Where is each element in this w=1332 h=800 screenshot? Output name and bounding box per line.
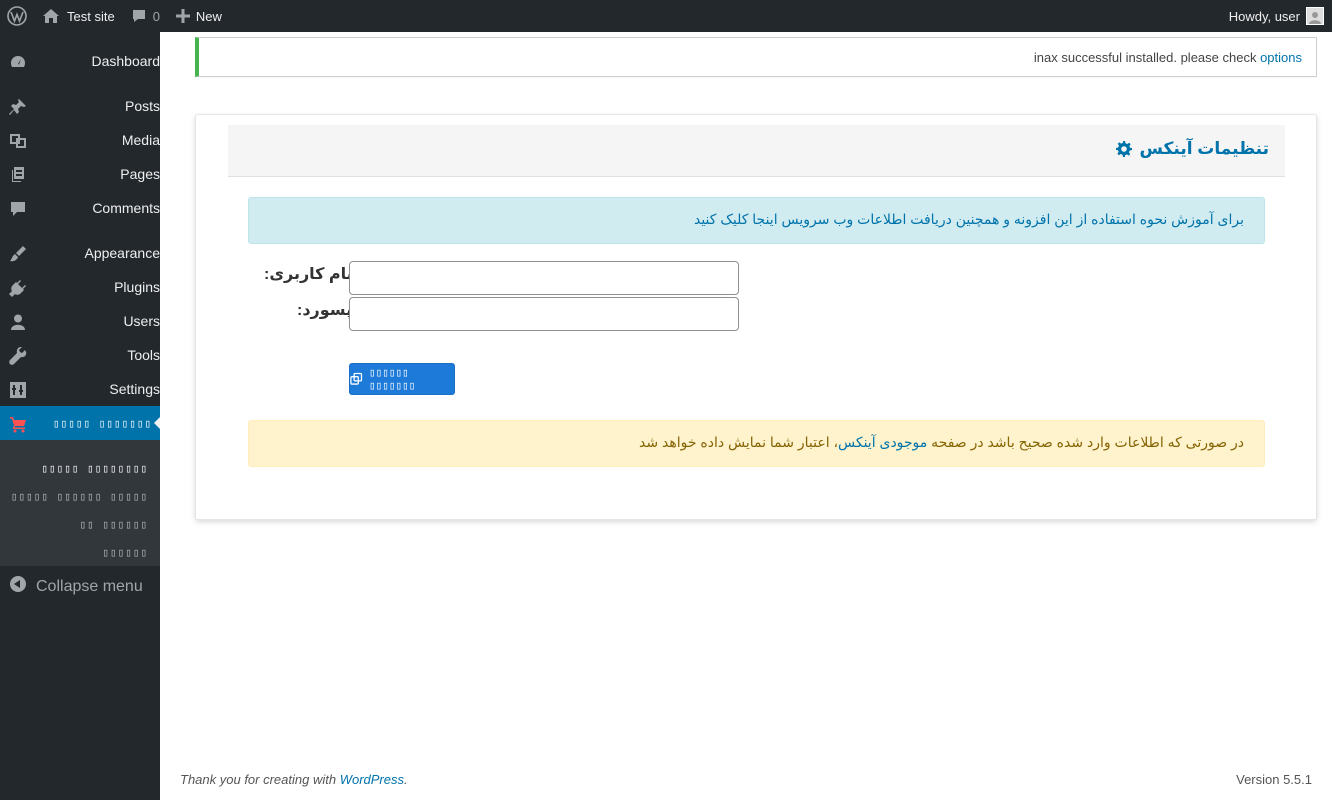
sidebar-item-label: Media [121,132,160,148]
dashboard-icon [8,52,28,72]
username-input[interactable] [349,261,739,295]
warning-text-before: در صورتی که اطلاعات وارد شده صحیح باشد د… [927,434,1244,450]
sidebar-item-label: Settings [109,381,160,397]
plus-icon [175,9,190,23]
submenu-item[interactable]: ▯▯▯▯▯▯ [102,546,148,559]
page-title-text: تنظیمات آینکس [1139,139,1269,158]
warning-alert: در صورتی که اطلاعات وارد شده صحیح باشد د… [248,420,1265,467]
avatar [1306,7,1324,25]
submenu-item[interactable]: ▯▯ ▯▯▯▯▯▯ [79,518,148,531]
brush-icon [8,244,28,264]
collapse-arrow-icon [10,576,26,592]
sidebar-item-label: Appearance [84,245,160,261]
site-name: Test site [67,8,115,24]
plug-icon [8,278,28,298]
info-alert[interactable]: برای آموزش نحوه استفاده از این افزونه و … [248,197,1265,244]
sidebar-item-inax[interactable]: ▯▯▯▯▯ ▯▯▯▯▯▯▯ [0,406,160,440]
options-link[interactable]: options [1260,50,1302,65]
password-input[interactable] [349,297,739,331]
sidebar-item-users[interactable]: Users [0,304,160,338]
save-button-label: ▯▯▯▯▯▯ ▯▯▯▯▯▯▯ [368,366,416,392]
sidebar-item-comments[interactable]: Comments [0,191,160,225]
password-label: پسورد: [297,302,353,319]
copy-icon [350,372,363,385]
settings-card: تنظیمات آینکس برای آموزش نحوه استفاده از… [195,114,1317,520]
user-icon [8,312,28,332]
notice-message: inax successful installed. please check [1033,50,1261,65]
sidebar-item-plugins[interactable]: Plugins [0,270,160,304]
save-button[interactable]: ▯▯▯▯▯▯ ▯▯▯▯▯▯▯ [349,363,455,395]
sidebar-item-pages[interactable]: Pages [0,157,160,191]
submenu-item[interactable]: ▯▯▯▯▯ ▯▯▯▯▯▯▯▯ [41,462,148,475]
settings-icon [8,380,28,400]
success-notice: inax successful installed. please check … [195,37,1317,77]
new-label: New [195,8,222,24]
collapse-menu-label: Collapse menu [36,578,143,595]
sidebar-item-media[interactable]: Media [0,123,160,157]
comments-link[interactable]: 0 [123,0,168,32]
sidebar-item-label: Dashboard [91,53,161,69]
sidebar-item-label: Tools [127,347,160,363]
username-label: نام کاربری: [264,266,353,283]
admin-bar: Test site 0 New Howdy, user [0,0,1332,32]
comment-bubble-icon [132,10,145,22]
sidebar-item-label: Users [123,313,160,329]
site-name-link[interactable]: Test site [34,0,123,32]
home-icon [43,9,59,23]
sidebar-item-settings[interactable]: Settings [0,372,160,406]
submenu-item[interactable]: ▯▯▯▯▯ ▯▯▯▯▯▯ ▯▯▯▯▯ [11,490,148,503]
inax-balance-link[interactable]: موجودی آینکس [838,434,927,450]
footer-thanks: Thank you for creating with WordPress. [180,772,408,787]
wordpress-logo-button[interactable] [0,0,34,32]
wrench-icon [8,346,28,366]
new-content-button[interactable]: New [168,0,230,32]
footer-thanks-text: Thank you for creating with [180,772,340,787]
comment-icon [8,199,28,219]
page-title: تنظیمات آینکس [1115,139,1269,159]
sidebar-item-label: Plugins [114,279,160,295]
warning-text: در صورتی که اطلاعات وارد شده صحیح باشد د… [639,434,1244,451]
collapse-menu-button[interactable]: Collapse menu [0,568,160,604]
notice-text: inax successful installed. please check … [1034,50,1302,65]
media-icon [8,131,28,151]
wordpress-logo-icon [7,6,27,26]
pin-icon [8,97,28,117]
current-menu-arrow [154,417,160,429]
wordpress-link[interactable]: WordPress [340,772,404,787]
sidebar-item-dashboard[interactable]: Dashboard [0,44,160,78]
avatar-silhouette-icon [1309,12,1321,24]
sidebar-item-tools[interactable]: Tools [0,338,160,372]
sidebar-submenu: ▯▯▯▯▯ ▯▯▯▯▯▯▯▯ ▯▯▯▯▯ ▯▯▯▯▯▯ ▯▯▯▯▯ ▯▯ ▯▯▯… [0,440,160,566]
footer-thanks-end: . [404,772,408,787]
my-account-menu[interactable]: Howdy, user [1221,0,1332,32]
card-header: تنظیمات آینکس [228,125,1285,177]
sidebar-item-label: Comments [92,200,160,216]
warning-text-after: ، اعتبار شما نمایش داده خواهد شد [639,434,838,450]
cart-icon [8,414,28,434]
sidebar-item-appearance[interactable]: Appearance [0,236,160,270]
howdy-text: Howdy, user [1228,8,1300,24]
pages-icon [8,165,28,185]
admin-sidebar: Dashboard Posts Media Pages Comments App… [0,32,160,800]
sidebar-item-label: Pages [120,166,160,182]
info-alert-link[interactable]: برای آموزش نحوه استفاده از این افزونه و … [694,211,1244,228]
footer-version: Version 5.5.1 [1236,772,1312,787]
sidebar-item-posts[interactable]: Posts [0,89,160,123]
sidebar-item-label: ▯▯▯▯▯ ▯▯▯▯▯▯▯ [52,417,152,430]
sidebar-item-label: Posts [124,98,160,114]
gear-icon [1115,141,1132,157]
comments-count: 0 [152,8,160,24]
